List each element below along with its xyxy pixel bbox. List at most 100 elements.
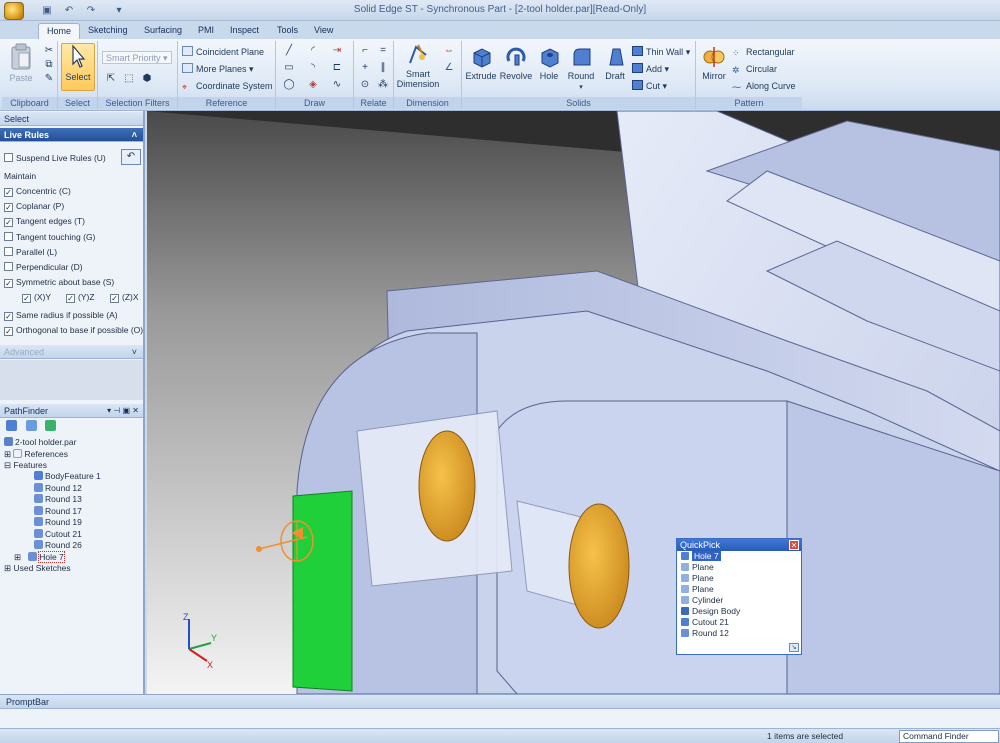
tab-view[interactable]: View [306,23,341,39]
quickpick-item[interactable]: Hole 7 [677,550,801,562]
coincident-plane-button[interactable]: Coincident Plane [182,45,264,59]
tree-feature-item[interactable]: Round 19 [34,516,82,528]
quickpick-item[interactable]: Cutout 21 [677,617,801,628]
advanced-header[interactable]: Advanced ˅ [0,345,143,359]
symmetric-axis-checkbox[interactable]: ✓ (Z)X [110,290,139,304]
smart-dimension-button[interactable]: Smart Dimension [396,43,440,89]
symmetric-axis-checkbox[interactable]: ✓ (Y)Z [66,290,95,304]
pathfinder-sort-icon[interactable] [25,420,37,431]
model-graphics[interactable] [147,111,1000,694]
tab-surfacing[interactable]: Surfacing [136,23,190,39]
quickpick-item[interactable]: Plane [677,584,801,595]
live-rule-checkbox[interactable]: Parallel (L) [4,245,57,259]
select-button[interactable]: Select [61,43,95,91]
fillet-icon[interactable]: ◝ [306,62,320,74]
collapse-icon[interactable]: ˄ [132,128,137,142]
command-finder-input[interactable]: Command Finder [899,730,999,743]
pathfinder-display-icon[interactable] [45,420,57,431]
connect-icon[interactable]: ⌐ [358,45,372,57]
cut-icon[interactable]: ✂ [42,45,56,57]
live-rule-checkbox[interactable]: ✓ Orthogonal to base if possible (O) [4,323,143,337]
round-button[interactable]: Round ▾ [564,45,598,91]
live-rule-checkbox[interactable]: ✓ Coplanar (P) [4,199,64,213]
tab-tools[interactable]: Tools [269,23,306,39]
circular-pattern-button[interactable]: ✲ Circular [732,62,777,76]
rectangle-icon[interactable]: ▭ [282,62,296,74]
expand-icon[interactable]: ˅ [132,345,137,359]
quickpick-item[interactable]: Plane [677,573,801,584]
copy-icon[interactable]: ⧉ [42,59,56,71]
live-rule-checkbox[interactable]: Tangent touching (G) [4,230,95,244]
tree-feature-item[interactable]: Round 13 [34,493,82,505]
select-faces-icon[interactable]: ⬚ [122,73,136,85]
3d-viewport[interactable]: Z Y X [147,111,1000,694]
tree-root[interactable]: 2-tool holder.par [4,436,76,448]
live-rule-checkbox[interactable]: ✓ Same radius if possible (A) [4,308,118,322]
parallel-icon[interactable]: ∥ [376,62,390,74]
quickpick-resize-icon[interactable]: ↘ [789,643,799,652]
quickpick-item[interactable]: Cylinder [677,595,801,606]
tree-feature-item[interactable]: Round 17 [34,505,82,517]
cut-button[interactable]: Cut ▾ [632,79,667,93]
draft-button[interactable]: Draft [600,45,630,81]
tree-feature-item[interactable]: BodyFeature 1 [34,470,101,482]
angle-between-icon[interactable]: ∠ [442,62,456,74]
live-rule-checkbox[interactable]: ✓ Symmetric about base (S) [4,275,114,289]
add-button[interactable]: Add ▾ [632,62,669,76]
rule-label: Coplanar (P) [16,201,65,211]
pathfinder-window-controls[interactable]: ▾ ⊣ ▣ ✕ [107,404,139,418]
revolve-button[interactable]: Revolve [498,45,534,81]
suspend-live-rules-checkbox[interactable]: Suspend Live Rules (U) [4,151,106,165]
curve-icon[interactable]: ∿ [330,79,344,91]
tab-home[interactable]: Home [38,23,81,39]
select-filter-icon[interactable]: ⇱ [104,73,118,85]
mirror-button[interactable]: Mirror [700,45,728,81]
relationship-handles-icon[interactable]: ⁂ [376,79,390,91]
coordinate-system-button[interactable]: ⌖ Coordinate System [182,79,273,93]
smart-priority-dropdown[interactable]: Smart Priority ▾ [102,51,172,64]
tree-feature-item[interactable]: Cutout 21 [34,528,82,540]
offset-icon[interactable]: ⊏ [330,62,344,74]
lock-icon[interactable]: ⊙ [358,79,372,91]
tree-feature-item[interactable]: Round 12 [34,482,82,494]
line-icon[interactable]: ╱ [282,45,296,57]
select-body-icon[interactable]: ⬢ [140,73,154,85]
tab-pmi[interactable]: PMI [190,23,222,39]
live-rule-checkbox[interactable]: ✓ Concentric (C) [4,184,71,198]
reset-rules-button[interactable]: ↶ [121,149,141,165]
paste-button[interactable]: Paste [6,43,36,83]
pathfinder-filter-icon[interactable] [6,420,17,431]
close-icon[interactable]: ✕ [789,540,799,550]
live-rule-checkbox[interactable]: Perpendicular (D) [4,260,83,274]
circle-icon[interactable]: ◯ [282,79,296,91]
tree-feature-item[interactable]: ⊞ Hole 7 [14,550,65,563]
live-rules-header[interactable]: Live Rules ˄ [0,128,143,142]
quickpick-item[interactable]: Plane [677,562,801,573]
more-planes-button[interactable]: More Planes ▾ [182,62,254,76]
arc-icon[interactable]: ◜ [306,45,320,57]
hole-button[interactable]: Hole [536,45,562,81]
tree-feature-item[interactable]: Round 26 [34,539,82,551]
quickpick-item-icon [681,585,689,593]
symmetric-axis-checkbox[interactable]: ✓ (X)Y [22,290,51,304]
quickpick-item[interactable]: Round 12 [677,628,801,639]
select-group: Select Select [58,41,98,109]
trim-icon[interactable]: ⇥ [330,45,344,57]
quickpick-dialog[interactable]: QuickPick ✕ Hole 7 Plane Plane Plane Cylinder… [676,538,802,655]
rectangular-pattern-button[interactable]: ⁘ Rectangular [732,45,795,59]
tab-sketching[interactable]: Sketching [80,23,136,39]
tab-inspect[interactable]: Inspect [222,23,267,39]
horizontal-vertical-icon[interactable]: + [358,62,372,74]
format-painter-icon[interactable]: ✎ [42,73,56,85]
thin-wall-button[interactable]: Thin Wall ▾ [632,45,690,59]
tree-used-sketches[interactable]: ⊞ Used Sketches [4,562,71,574]
distance-between-icon[interactable]: ⇔ [442,45,456,57]
quickpick-item[interactable]: Design Body [677,606,801,617]
quickpick-header[interactable]: QuickPick ✕ [677,539,801,551]
axis-label: (Y)Z [78,292,95,302]
extrude-button[interactable]: Extrude [464,45,498,81]
along-curve-pattern-button[interactable]: ⁓ Along Curve [732,79,796,93]
live-rule-checkbox[interactable]: ✓ Tangent edges (T) [4,214,85,228]
equal-icon[interactable]: = [376,45,390,57]
fill-icon[interactable]: ◈ [306,79,320,91]
